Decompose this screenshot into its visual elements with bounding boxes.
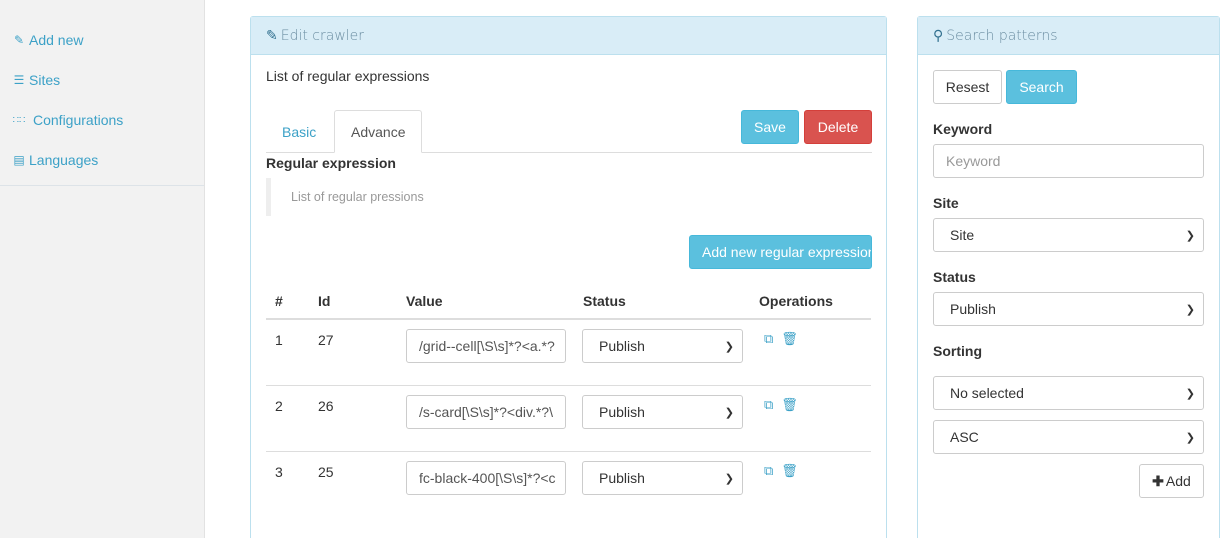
table-header-operations: Operations	[759, 293, 833, 309]
trash-icon[interactable]: 🗑	[781, 331, 798, 347]
row-id: 25	[318, 464, 334, 480]
reset-button[interactable]: Resest	[933, 70, 1002, 104]
search-icon: ⚲	[933, 27, 944, 44]
table-row: 1 27 /grid--cell[\S\s]*?<a.*? Publish ❯ …	[266, 320, 871, 386]
value-input[interactable]: fc-black-400[\S\s]*?<c	[406, 461, 566, 495]
list-icon: ☰	[13, 73, 25, 87]
edit-crawler-panel: ✎ Edit crawler List of regular expressio…	[250, 16, 887, 538]
chevron-down-icon: ❯	[1185, 229, 1195, 242]
add-sort-label: Add	[1165, 473, 1191, 489]
save-button[interactable]: Save	[741, 110, 799, 144]
sorting-label: Sorting	[933, 343, 982, 359]
row-id: 26	[318, 398, 334, 414]
status-select-value: Publish	[599, 404, 645, 420]
sidebar-item-configurations[interactable]: ∷∷ Configurations	[0, 100, 204, 140]
blockquote: List of regular pressions	[266, 178, 872, 216]
sidebar-item-languages[interactable]: ▤ Languages	[0, 140, 204, 180]
status-select[interactable]: Publish ❯	[582, 461, 743, 495]
row-operations: ⧉ 🗑	[764, 331, 798, 347]
search-button[interactable]: Search	[1006, 70, 1077, 104]
trash-icon[interactable]: 🗑	[781, 397, 798, 413]
chevron-down-icon: ❯	[1185, 431, 1195, 444]
add-regex-button[interactable]: Add new regular expression	[689, 235, 872, 269]
status-label: Status	[933, 269, 976, 285]
sidebar: ✎ Add new ☰ Sites ∷∷ Configurations ▤ La…	[0, 0, 205, 538]
edit-crawler-heading: ✎ Edit crawler	[251, 17, 886, 55]
site-label: Site	[933, 195, 959, 211]
delete-button[interactable]: Delete	[804, 110, 872, 144]
row-num: 1	[275, 332, 283, 348]
row-num: 2	[275, 398, 283, 414]
chevron-down-icon: ❯	[724, 340, 734, 353]
panel-title: Edit crawler	[280, 27, 365, 44]
table-header-status: Status	[583, 293, 626, 309]
sort-field-select[interactable]: No selected ❯	[933, 376, 1204, 410]
keyword-label: Keyword	[933, 121, 993, 137]
value-input[interactable]: /grid--cell[\S\s]*?<a.*?	[406, 329, 566, 363]
chevron-down-icon: ❯	[1185, 303, 1195, 316]
row-num: 3	[275, 464, 283, 480]
regex-table: # Id Value Status Operations 1 27 /grid-…	[266, 284, 871, 518]
panel-title: Search patterns	[946, 27, 1058, 44]
tab-advance[interactable]: Advance	[334, 110, 423, 153]
table-header: # Id Value Status Operations	[266, 284, 871, 320]
row-operations: ⧉ 🗑	[764, 463, 798, 479]
sidebar-item-sites[interactable]: ☰ Sites	[0, 60, 204, 100]
keyword-input[interactable]: Keyword	[933, 144, 1204, 178]
table-row: 3 25 fc-black-400[\S\s]*?<c Publish ❯ ⧉ …	[266, 452, 871, 518]
chevron-down-icon: ❯	[724, 472, 734, 485]
grid-icon: ∷∷	[12, 114, 26, 126]
add-sort-button[interactable]: ✚ Add	[1139, 464, 1204, 498]
search-patterns-panel: ⚲ Search patterns Resest Search Keyword …	[917, 16, 1220, 538]
plus-icon: ✚	[1152, 472, 1164, 489]
sidebar-item-label: Add new	[29, 32, 84, 48]
table-header-value: Value	[406, 293, 443, 309]
tab-basic[interactable]: Basic	[266, 110, 332, 153]
table-header-num: #	[275, 293, 283, 309]
row-id: 27	[318, 332, 334, 348]
copy-icon[interactable]: ⧉	[764, 331, 773, 347]
site-select-value: Site	[950, 227, 975, 243]
sidebar-item-label: Sites	[29, 72, 61, 88]
blockquote-text: List of regular pressions	[291, 190, 424, 204]
sort-order-value: ASC	[950, 429, 979, 445]
panel-subtitle: List of regular expressions	[266, 68, 430, 84]
row-operations: ⧉ 🗑	[764, 397, 798, 413]
sidebar-item-add-new[interactable]: ✎ Add new	[0, 20, 204, 60]
table-header-id: Id	[318, 293, 331, 309]
language-icon: ▤	[13, 153, 25, 167]
status-select[interactable]: Publish ❯	[582, 395, 743, 429]
sidebar-item-label: Languages	[29, 152, 99, 168]
sort-order-select[interactable]: ASC ❯	[933, 420, 1204, 454]
status-select-value: Publish	[599, 338, 645, 354]
sidebar-menu: ✎ Add new ☰ Sites ∷∷ Configurations ▤ La…	[0, 0, 204, 186]
copy-icon[interactable]: ⧉	[764, 397, 773, 413]
sidebar-item-label: Configurations	[33, 112, 124, 128]
chevron-down-icon: ❯	[724, 406, 734, 419]
search-patterns-heading: ⚲ Search patterns	[918, 17, 1219, 55]
status-select-value: Publish	[599, 470, 645, 486]
status-select[interactable]: Publish ❯	[582, 329, 743, 363]
sort-field-value: No selected	[950, 385, 1024, 401]
status-filter-value: Publish	[950, 301, 996, 317]
section-label: Regular expression	[266, 155, 396, 171]
site-select[interactable]: Site ❯	[933, 218, 1204, 252]
status-filter-select[interactable]: Publish ❯	[933, 292, 1204, 326]
value-input[interactable]: /s-card[\S\s]*?<div.*?\	[406, 395, 566, 429]
copy-icon[interactable]: ⧉	[764, 463, 773, 479]
table-row: 2 26 /s-card[\S\s]*?<div.*?\ Publish ❯ ⧉…	[266, 386, 871, 452]
trash-icon[interactable]: 🗑	[781, 463, 798, 479]
chevron-down-icon: ❯	[1185, 387, 1195, 400]
pencil-icon: ✎	[266, 27, 278, 44]
edit-icon: ✎	[13, 33, 25, 47]
